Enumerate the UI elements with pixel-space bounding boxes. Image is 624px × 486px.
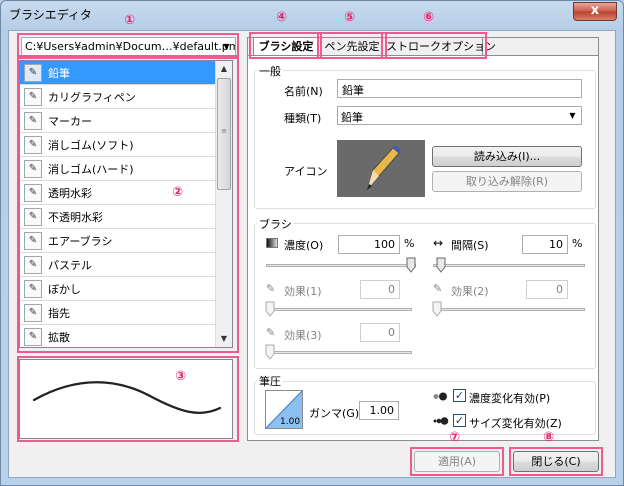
general-group-title: 一般 (257, 63, 283, 79)
annotation-box-close (509, 447, 603, 476)
annotation-marker-4: ④ (276, 10, 288, 25)
effect1-input[interactable]: 0 (360, 280, 400, 299)
effect2-slider-track (433, 308, 585, 311)
density-change-checkbox[interactable]: ✓ (453, 389, 466, 402)
annotation-marker-1: ① (124, 13, 136, 28)
annotation-marker-8: ⑧ (543, 430, 555, 445)
effect3-slider[interactable] (265, 342, 412, 362)
interval-icon: ↔ (433, 236, 444, 250)
effect1-icon: ✎ (266, 282, 276, 295)
type-select-value: 鉛筆 (341, 111, 363, 124)
interval-slider-thumb[interactable] (436, 257, 446, 273)
annotation-marker-2: ② (172, 185, 184, 200)
size-pressure-icon (433, 416, 449, 426)
effect3-slider-track (266, 351, 412, 354)
effect2-icon: ✎ (433, 282, 443, 295)
density-change-label: 濃度変化有効(P) (469, 392, 551, 405)
annotation-box-file (17, 33, 239, 57)
interval-slider-track (433, 264, 585, 267)
close-window-button[interactable]: x (573, 2, 617, 21)
name-input[interactable]: 鉛筆 (337, 79, 582, 98)
effect2-input[interactable]: 0 (526, 280, 568, 299)
annotation-box-tab-brush (249, 32, 322, 59)
annotation-box-brush-list (17, 57, 239, 353)
effect2-label: 効果(2) (451, 285, 489, 298)
density-slider-thumb[interactable] (406, 257, 416, 273)
brush-icon-preview (337, 140, 425, 197)
interval-label: 間隔(S) (451, 239, 489, 252)
window-title: ブラシエディタ (9, 8, 92, 22)
gamma-curve-preview: 1.00 (265, 390, 303, 429)
effect2-slider-thumb[interactable] (432, 301, 442, 317)
annotation-box-apply (410, 447, 504, 476)
annotation-box-tab-stroke (381, 32, 487, 59)
annotation-marker-5: ⑤ (344, 10, 356, 25)
density-pressure-icon (433, 391, 449, 401)
pressure-group-title: 筆圧 (257, 373, 283, 389)
gamma-input[interactable]: 1.00 (359, 401, 399, 420)
interval-slider[interactable] (433, 255, 585, 275)
effect1-label: 効果(1) (284, 285, 322, 298)
interval-unit: % (572, 237, 583, 250)
annotation-marker-3: ③ (175, 369, 187, 384)
type-select[interactable]: 鉛筆 ▼ (337, 106, 582, 125)
density-input[interactable]: 100 (338, 235, 400, 254)
gamma-box-value: 1.00 (280, 417, 301, 427)
effect1-slider-thumb[interactable] (265, 301, 275, 317)
effect3-input[interactable]: 0 (360, 323, 400, 342)
interval-input[interactable]: 10 (522, 235, 568, 254)
annotation-box-tab-pen (317, 32, 387, 59)
size-change-checkbox[interactable]: ✓ (453, 414, 466, 427)
density-slider-track (266, 264, 416, 267)
effect1-slider-track (266, 308, 412, 311)
annotation-marker-6: ⑥ (423, 10, 435, 25)
load-icon-button[interactable]: 読み込み(I)... (432, 146, 582, 167)
chevron-down-icon[interactable]: ▼ (566, 110, 579, 122)
annotation-box-preview (17, 356, 239, 442)
gamma-label: ガンマ(G) (309, 407, 360, 420)
density-label: 濃度(O) (284, 239, 324, 252)
name-label: 名前(N) (284, 85, 323, 98)
density-slider[interactable] (266, 255, 416, 275)
type-label: 種類(T) (284, 112, 322, 125)
brush-group-title: ブラシ (257, 216, 294, 232)
icon-label: アイコン (284, 165, 328, 178)
annotation-marker-7: ⑦ (449, 430, 461, 445)
density-icon (266, 238, 278, 248)
density-unit: % (404, 237, 415, 250)
effect3-slider-thumb[interactable] (265, 344, 275, 360)
size-change-label: サイズ変化有効(Z) (469, 417, 562, 430)
effect1-slider[interactable] (265, 299, 412, 319)
unload-icon-button[interactable]: 取り込み解除(R) (432, 171, 582, 192)
pencil-icon (366, 145, 401, 191)
effect2-slider[interactable] (432, 299, 585, 319)
effect3-label: 効果(3) (284, 329, 322, 342)
effect3-icon: ✎ (266, 326, 276, 339)
